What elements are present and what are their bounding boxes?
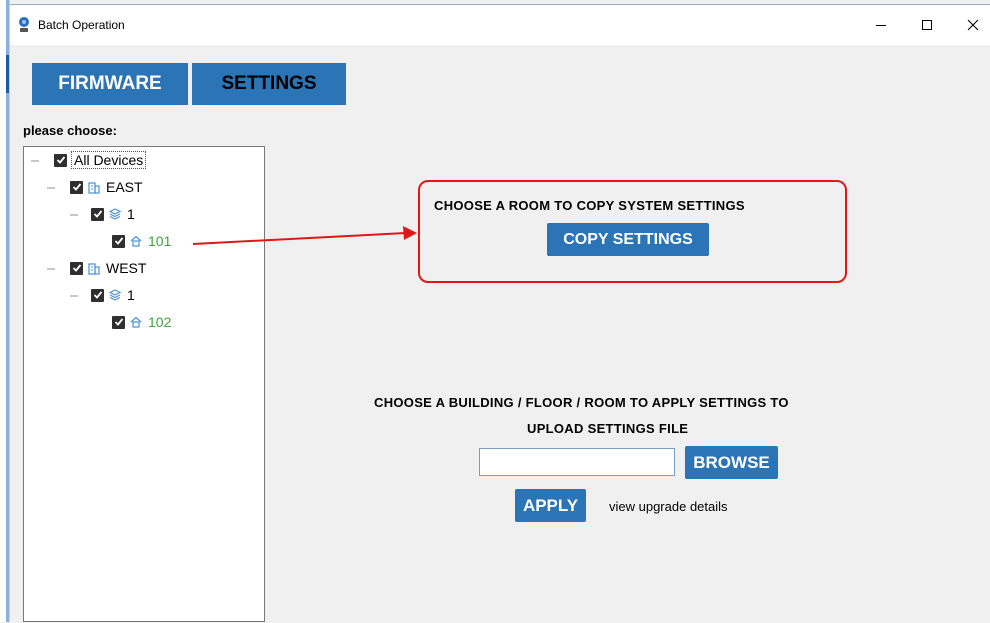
checkbox-checked-icon[interactable] (70, 180, 83, 194)
tree-node-label: 101 (148, 233, 172, 249)
tree-node-building-west[interactable]: WEST (70, 258, 146, 278)
tree-node-room[interactable]: 102 (112, 312, 171, 332)
copy-settings-button[interactable]: COPY SETTINGS (547, 223, 709, 256)
background-window-accent (6, 0, 9, 622)
batch-operation-window: Batch Operation FIRMWARE SETTINGS please… (10, 4, 990, 623)
tree-node-root[interactable]: All Devices (54, 150, 147, 170)
tree-collapse-icon[interactable] (70, 295, 78, 297)
tab-firmware[interactable]: FIRMWARE (32, 63, 188, 105)
tree-label: please choose: (23, 123, 117, 138)
tree-node-label: 1 (127, 287, 135, 303)
building-icon (88, 263, 100, 275)
tab-settings[interactable]: SETTINGS (192, 63, 346, 105)
apply-settings-heading: CHOOSE A BUILDING / FLOOR / ROOM TO APPL… (374, 395, 789, 410)
apply-button[interactable]: APPLY (515, 489, 586, 522)
tree-collapse-icon[interactable] (31, 160, 39, 162)
tree-node-label: EAST (106, 179, 143, 195)
minimize-icon (876, 25, 886, 26)
tree-node-label: 102 (148, 314, 172, 330)
tree-collapse-icon[interactable] (47, 268, 55, 270)
tree-node-label: 1 (127, 206, 135, 222)
tree-node-label: WEST (106, 260, 147, 276)
settings-file-input[interactable] (479, 448, 675, 476)
checkbox-checked-icon[interactable] (112, 315, 125, 329)
checkbox-checked-icon[interactable] (91, 207, 104, 221)
checkbox-checked-icon[interactable] (70, 261, 83, 275)
checkbox-checked-icon[interactable] (54, 153, 67, 167)
tree-node-floor[interactable]: 1 (91, 285, 135, 305)
minimize-button[interactable] (859, 11, 903, 39)
app-icon (19, 17, 29, 32)
tree-node-building-east[interactable]: EAST (70, 177, 143, 197)
tree-node-room[interactable]: 101 (112, 231, 171, 251)
view-upgrade-details-link[interactable]: view upgrade details (609, 499, 728, 514)
copy-settings-heading: CHOOSE A ROOM TO COPY SYSTEM SETTINGS (434, 198, 745, 213)
device-tree[interactable]: All Devices EAST 1 101 WEST 1 102 (23, 146, 265, 622)
close-button[interactable] (951, 11, 990, 39)
title-bar: Batch Operation (10, 5, 990, 45)
upload-file-heading: UPLOAD SETTINGS FILE (527, 421, 689, 436)
maximize-icon (922, 20, 932, 30)
tree-node-label: All Devices (71, 151, 147, 169)
close-icon (967, 19, 979, 31)
tree-collapse-icon[interactable] (70, 214, 78, 216)
tree-node-floor[interactable]: 1 (91, 204, 135, 224)
background-window-accent-dark (6, 55, 9, 93)
floor-layers-icon (108, 208, 122, 220)
room-home-icon (130, 235, 142, 247)
maximize-button[interactable] (905, 11, 949, 39)
floor-layers-icon (108, 289, 122, 301)
checkbox-checked-icon[interactable] (91, 288, 104, 302)
window-title: Batch Operation (38, 18, 125, 32)
browse-button[interactable]: BROWSE (685, 446, 778, 479)
room-home-icon (130, 316, 142, 328)
tree-collapse-icon[interactable] (47, 187, 55, 189)
building-icon (88, 182, 100, 194)
checkbox-checked-icon[interactable] (112, 234, 125, 248)
